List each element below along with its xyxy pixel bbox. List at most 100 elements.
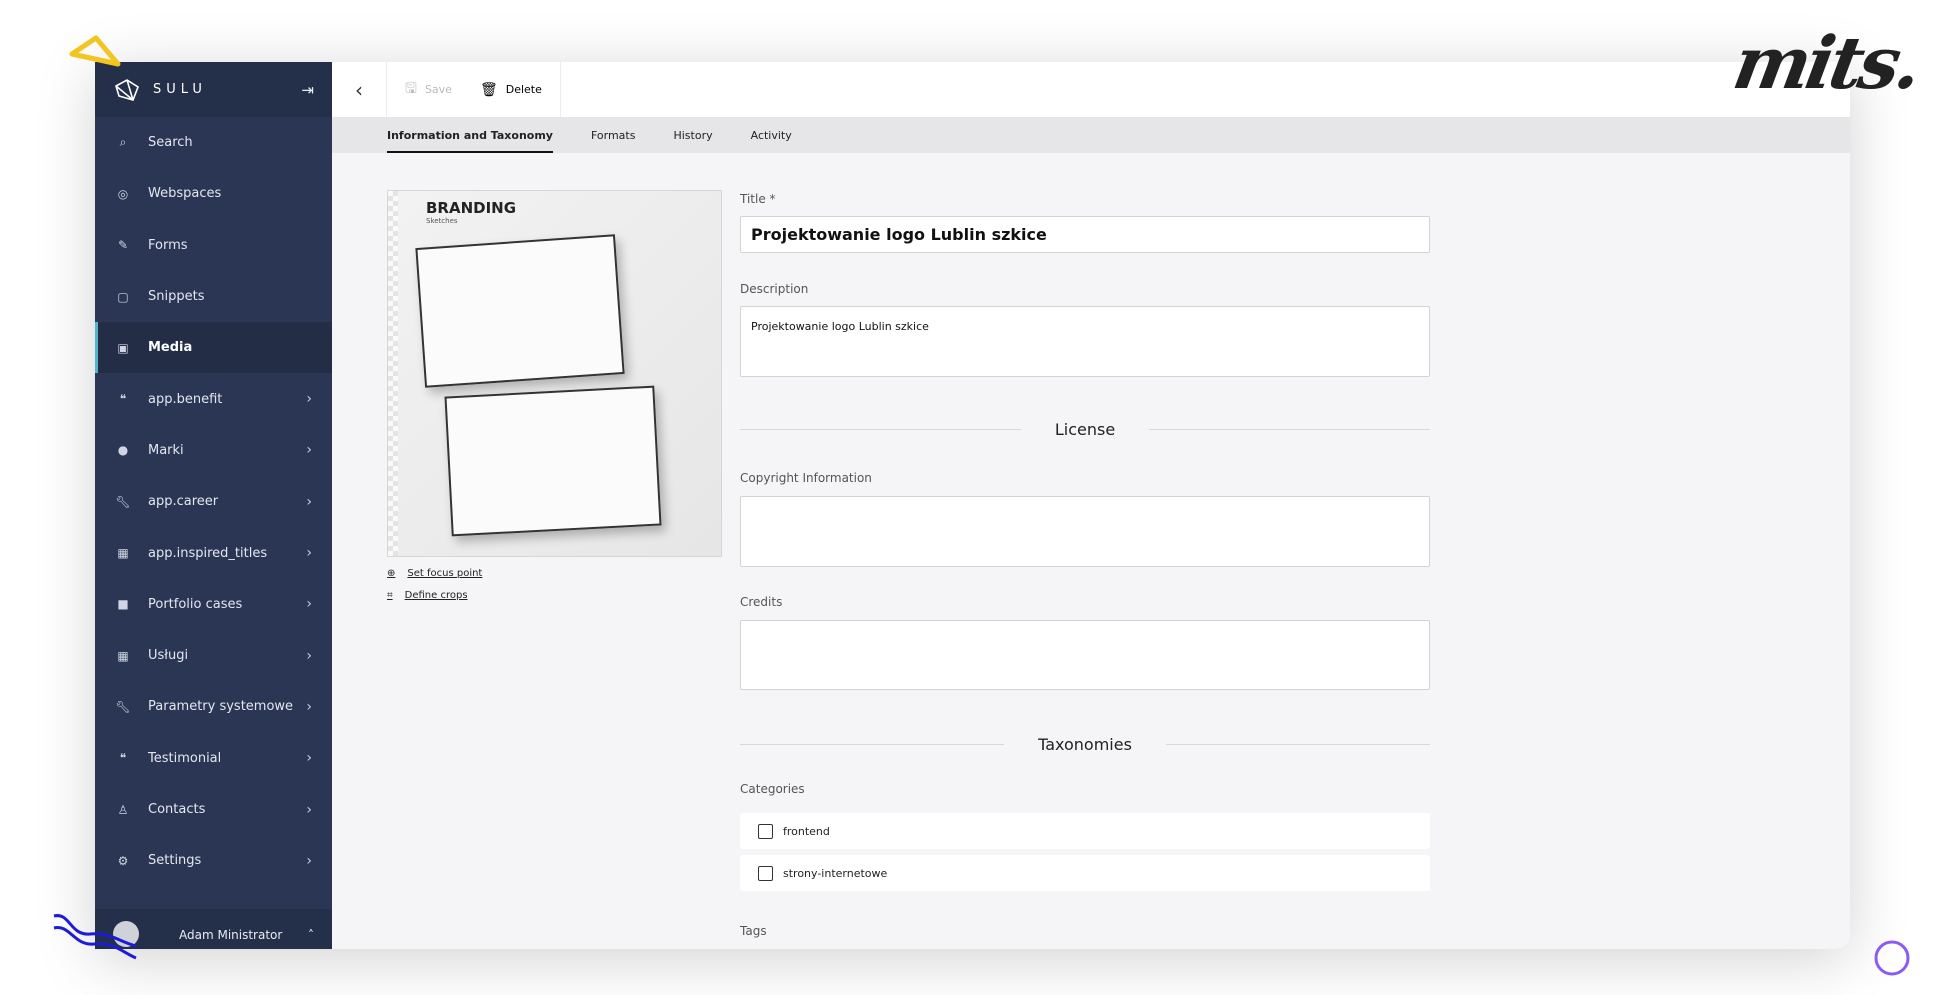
sidebar-item-label: Media	[148, 340, 193, 356]
chevron-right-icon: ›	[306, 596, 312, 613]
sidebar-item-label: Contacts	[148, 802, 206, 817]
focus-link-label: Set focus point	[407, 568, 483, 579]
crosshair-icon: ⊕	[387, 568, 396, 579]
collapse-sidebar-icon[interactable]: ⇥	[301, 81, 314, 99]
pencil-icon: ✎	[117, 238, 129, 253]
chevron-right-icon: ›	[306, 852, 312, 869]
sidebar-item-label: Testimonial	[148, 750, 222, 766]
sidebar-item-label: app.career	[148, 494, 219, 510]
credits-label: Credits	[740, 595, 783, 609]
brand-name: SULU	[153, 82, 207, 97]
toolbar-actions: 🖫 Save 🗑 Delete	[387, 62, 561, 117]
define-crops-link[interactable]: ⌗ Define crops	[387, 590, 468, 601]
sidebar-item-snippets[interactable]: ▢ Snippets	[95, 271, 332, 322]
sulu-logo[interactable]: SULU	[113, 78, 207, 102]
sidebar-item-label: Usługi	[148, 648, 189, 664]
sidebar-item-label: Parametry systemowe	[148, 699, 294, 715]
chevron-right-icon: ›	[306, 442, 312, 459]
mits-logo-text: mits.	[1727, 20, 1925, 105]
floppy-disk-icon: 🖫	[405, 80, 417, 97]
gear-icon: ⚙	[117, 853, 129, 868]
title-input[interactable]: Projektowanie logo Lublin szkice	[740, 216, 1430, 253]
sidebar-item-webspaces[interactable]: ◎ Webspaces	[95, 168, 332, 219]
copyright-textarea[interactable]	[740, 496, 1430, 567]
title-label: Title *	[740, 192, 776, 206]
category-label: strony-internetowe	[783, 866, 888, 880]
description-textarea[interactable]: Projektowanie logo Lublin szkice	[740, 306, 1430, 377]
chevron-right-icon: ›	[306, 493, 312, 510]
sidebar-item-app-benefit[interactable]: ❝ app.benefit ›	[95, 373, 332, 424]
set-focus-point-link[interactable]: ⊕ Set focus point	[387, 568, 482, 579]
tab-bar: Information and Taxonomy Formats History…	[332, 117, 1850, 153]
sidebar-item-marki[interactable]: ● Marki ›	[95, 425, 332, 476]
trash-icon: 🗑	[479, 81, 498, 98]
sidebar-item-settings[interactable]: ⚙ Settings ›	[95, 835, 332, 886]
target-icon: ◎	[117, 186, 129, 201]
checkbox[interactable]	[758, 823, 773, 839]
chevron-left-icon: ‹	[355, 77, 363, 102]
sidebar-item-app-inspired-titles[interactable]: ▦ app.inspired_titles ›	[95, 527, 332, 578]
crops-link-label: Define crops	[404, 590, 468, 601]
credits-textarea[interactable]	[740, 620, 1430, 690]
category-item[interactable]: frontend	[740, 813, 1430, 849]
back-button[interactable]: ‹	[332, 62, 387, 117]
category-label: frontend	[783, 824, 830, 838]
sidebar-item-search[interactable]: ⌕ Search	[95, 117, 332, 168]
taxonomies-heading: Taxonomies	[1038, 735, 1132, 754]
image-subtitle-text: Sketches	[426, 217, 458, 225]
sketchbook-image	[444, 385, 662, 537]
sidebar-item-label: Search	[148, 135, 193, 151]
tab-formats[interactable]: Formats	[591, 117, 636, 153]
media-preview: BRANDING Sketches	[387, 190, 722, 557]
sidebar-item-label: Marki	[148, 442, 184, 458]
wrench-icon: 🔧︎	[115, 494, 131, 509]
toolbar: ‹ 🖫 Save 🗑 Delete	[332, 62, 1850, 117]
calendar-icon: ▦	[117, 546, 129, 561]
sidebar-item-label: Settings	[148, 853, 202, 869]
sidebar-item-app-career[interactable]: 🔧︎ app.career ›	[95, 476, 332, 527]
sidebar-item-label: Webspaces	[148, 186, 222, 202]
calendar-icon: ▦	[117, 648, 129, 663]
note-icon: ▢	[117, 289, 129, 304]
chevron-right-icon: ›	[306, 545, 312, 562]
chevron-right-icon: ›	[306, 801, 312, 818]
quote-icon: ❝	[119, 751, 127, 766]
sidebar-header: SULU ⇥	[95, 62, 332, 117]
chevron-up-icon: ˄	[308, 928, 314, 942]
description-label: Description	[740, 282, 809, 296]
sidebar-item-parametry-systemowe[interactable]: 🔧︎ Parametry systemowe ›	[95, 681, 332, 732]
tab-information-and-taxonomy[interactable]: Information and Taxonomy	[387, 117, 553, 153]
crop-icon: ⌗	[387, 590, 393, 601]
image-title-text: BRANDING	[426, 199, 517, 217]
sidebar-item-testimonial[interactable]: ❝ Testimonial ›	[95, 733, 332, 784]
sidebar-item-uslugi[interactable]: ▦ Usługi ›	[95, 630, 332, 681]
sidebar-item-contacts[interactable]: ♙ Contacts ›	[95, 784, 332, 835]
save-button[interactable]: 🖫 Save	[405, 78, 452, 102]
sidebar-item-forms[interactable]: ✎ Forms	[95, 220, 332, 271]
yellow-triangle-decoration	[69, 35, 121, 67]
chevron-right-icon: ›	[306, 698, 312, 715]
image-icon: ▣	[117, 340, 129, 355]
sidebar-item-label: app.benefit	[148, 391, 223, 407]
tab-activity[interactable]: Activity	[751, 117, 792, 153]
checkbox[interactable]	[758, 865, 773, 881]
sidebar-item-label: Portfolio cases	[148, 596, 243, 612]
blue-wave-decoration	[53, 914, 137, 960]
delete-button[interactable]: 🗑 Delete	[480, 82, 542, 98]
tab-history[interactable]: History	[673, 117, 712, 153]
briefcase-icon: ■	[117, 597, 129, 612]
categories-label: Categories	[740, 782, 805, 796]
quote-icon: ❝	[119, 392, 127, 407]
sidebar-item-label: Snippets	[148, 289, 205, 305]
chevron-right-icon: ›	[306, 750, 312, 767]
search-icon: ⌕	[119, 135, 127, 150]
mits-logo: mits.	[1728, 20, 1925, 105]
category-item[interactable]: strony-internetowe	[740, 855, 1430, 891]
chevron-right-icon: ›	[306, 647, 312, 664]
sidebar-item-label: Forms	[148, 237, 188, 253]
wrench-icon: 🔧︎	[115, 699, 131, 714]
tags-label: Tags	[740, 924, 767, 938]
purple-circle-decoration	[1874, 940, 1910, 976]
sidebar-item-media[interactable]: ▣ Media	[95, 322, 332, 374]
sidebar-item-portfolio-cases[interactable]: ■ Portfolio cases ›	[95, 579, 332, 630]
